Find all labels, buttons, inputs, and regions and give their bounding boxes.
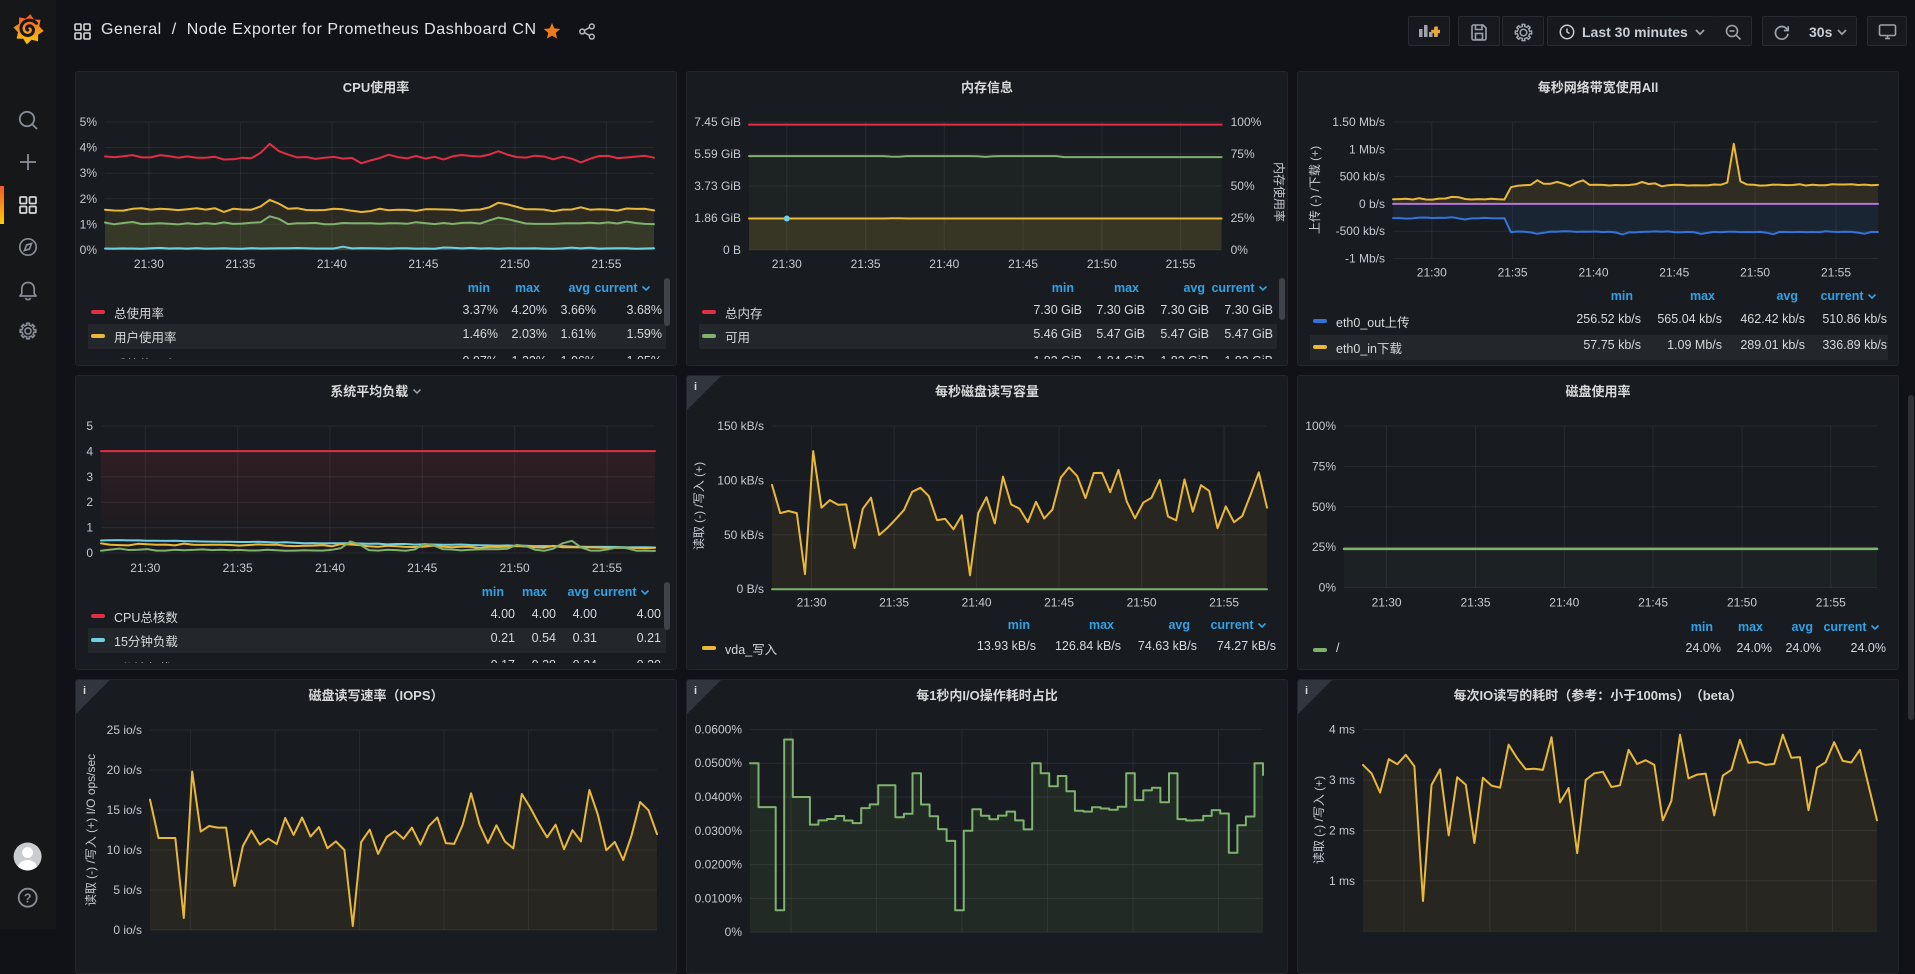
svg-text:21:50: 21:50 [500,561,530,575]
svg-text:3%: 3% [80,166,98,180]
svg-text:0 B/s: 0 B/s [737,582,764,596]
svg-text:21:50: 21:50 [500,257,530,271]
svg-text:21:45: 21:45 [1044,596,1074,610]
svg-text:25%: 25% [1231,211,1255,225]
svg-text:1: 1 [86,521,93,535]
svg-text:21:45: 21:45 [1008,257,1038,271]
svg-text:3 ms: 3 ms [1329,773,1355,787]
svg-text:0%: 0% [1231,243,1249,257]
svg-text:0.0300%: 0.0300% [695,824,743,838]
svg-text:21:45: 21:45 [1638,596,1668,610]
svg-text:21:35: 21:35 [879,596,909,610]
svg-text:内存使用率: 内存使用率 [1272,162,1287,222]
svg-text:21:40: 21:40 [962,596,992,610]
svg-text:10 io/s: 10 io/s [107,843,142,857]
svg-text:4 ms: 4 ms [1329,723,1355,737]
svg-text:25%: 25% [1312,540,1336,554]
svg-text:读取 (-) /写入 (+): 读取 (-) /写入 (+) [1312,776,1326,864]
svg-text:50%: 50% [1312,500,1336,514]
svg-text:500 kb/s: 500 kb/s [1340,170,1385,184]
svg-text:21:35: 21:35 [225,257,255,271]
svg-text:1 Mb/s: 1 Mb/s [1349,142,1385,156]
svg-text:0%: 0% [1319,581,1337,595]
svg-text:75%: 75% [1231,147,1255,161]
svg-text:21:30: 21:30 [130,561,160,575]
svg-text:21:55: 21:55 [1821,266,1851,280]
svg-text:0%: 0% [725,925,743,939]
svg-text:7.45 GiB: 7.45 GiB [694,115,741,129]
svg-text:读取 (-) /写入 (+): 读取 (-) /写入 (+) [692,462,706,550]
svg-text:21:35: 21:35 [1498,266,1528,280]
svg-text:5.59 GiB: 5.59 GiB [694,147,741,161]
svg-text:21:35: 21:35 [851,257,881,271]
svg-text:50%: 50% [1231,179,1255,193]
svg-text:0 B: 0 B [723,243,741,257]
svg-text:21:50: 21:50 [1127,596,1157,610]
svg-text:21:50: 21:50 [1087,257,1117,271]
svg-text:-1 Mb/s: -1 Mb/s [1345,252,1385,266]
svg-text:21:55: 21:55 [592,561,622,575]
svg-text:读取 (-) /写入 (+) I/O ops/sec: 读取 (-) /写入 (+) I/O ops/sec [84,754,98,906]
svg-text:1 ms: 1 ms [1329,874,1355,888]
svg-text:21:30: 21:30 [797,596,827,610]
svg-text:21:35: 21:35 [223,561,253,575]
svg-text:21:55: 21:55 [1209,596,1239,610]
svg-text:2: 2 [86,495,93,509]
svg-text:0.0100%: 0.0100% [695,891,743,905]
svg-text:4: 4 [86,444,93,458]
svg-text:0.0400%: 0.0400% [695,790,743,804]
svg-text:5: 5 [86,419,93,433]
svg-text:100%: 100% [1231,115,1262,129]
svg-text:0 b/s: 0 b/s [1359,197,1385,211]
svg-text:0: 0 [86,546,93,560]
svg-text:21:45: 21:45 [407,561,437,575]
svg-text:2 ms: 2 ms [1329,823,1355,837]
svg-text:100%: 100% [1305,419,1336,433]
svg-text:75%: 75% [1312,459,1336,473]
svg-text:21:40: 21:40 [1578,266,1608,280]
svg-text:21:40: 21:40 [1549,596,1579,610]
svg-text:21:30: 21:30 [772,257,802,271]
svg-text:1.50 Mb/s: 1.50 Mb/s [1332,115,1385,129]
svg-text:?: ? [24,891,32,905]
svg-text:100 kB/s: 100 kB/s [717,473,764,487]
svg-text:21:45: 21:45 [408,257,438,271]
svg-text:25 io/s: 25 io/s [107,723,142,737]
svg-text:21:50: 21:50 [1727,596,1757,610]
svg-text:3.73 GiB: 3.73 GiB [694,179,741,193]
svg-text:5%: 5% [80,115,98,129]
svg-text:21:30: 21:30 [134,257,164,271]
svg-text:21:45: 21:45 [1659,266,1689,280]
svg-text:0%: 0% [80,243,98,257]
svg-text:21:35: 21:35 [1460,596,1490,610]
svg-text:1%: 1% [80,217,98,231]
svg-text:0 io/s: 0 io/s [113,923,142,937]
svg-text:15 io/s: 15 io/s [107,803,142,817]
svg-text:20 io/s: 20 io/s [107,763,142,777]
svg-text:21:55: 21:55 [591,257,621,271]
svg-text:21:50: 21:50 [1740,266,1770,280]
svg-text:21:40: 21:40 [315,561,345,575]
svg-text:150 kB/s: 150 kB/s [717,419,764,433]
svg-text:21:30: 21:30 [1372,596,1402,610]
svg-text:0.0500%: 0.0500% [695,756,743,770]
svg-text:1.86 GiB: 1.86 GiB [694,211,741,225]
svg-text:21:30: 21:30 [1417,266,1447,280]
svg-text:0.0600%: 0.0600% [695,722,743,736]
svg-text:21:40: 21:40 [929,257,959,271]
svg-text:5 io/s: 5 io/s [113,883,142,897]
svg-text:0.0200%: 0.0200% [695,858,743,872]
svg-text:21:40: 21:40 [317,257,347,271]
svg-text:-500 kb/s: -500 kb/s [1336,224,1385,238]
svg-text:50 kB/s: 50 kB/s [724,528,764,542]
svg-text:4%: 4% [80,141,98,155]
svg-text:上传 (-) /下载 (+): 上传 (-) /下载 (+) [1307,146,1322,234]
svg-text:21:55: 21:55 [1816,596,1846,610]
svg-text:3: 3 [86,470,93,484]
svg-text:2%: 2% [80,192,98,206]
svg-text:21:55: 21:55 [1166,257,1196,271]
